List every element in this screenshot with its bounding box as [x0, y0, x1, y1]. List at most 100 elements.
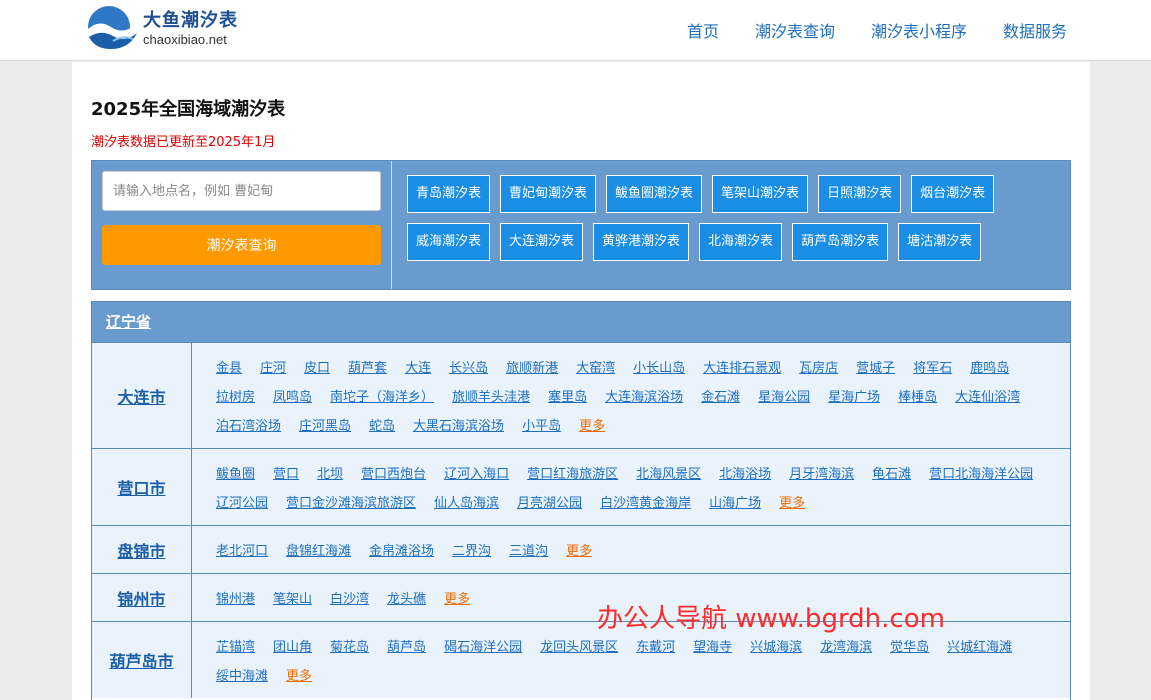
nav-home[interactable]: 首页 — [687, 18, 719, 42]
city-link[interactable]: 葫芦岛市 — [109, 648, 173, 672]
place-link[interactable]: 觉华岛 — [890, 633, 929, 662]
place-link[interactable]: 泊石湾浴场 — [216, 412, 281, 441]
place-link[interactable]: 星海公园 — [758, 383, 810, 412]
place-link[interactable]: 将军石 — [913, 354, 952, 383]
place-link[interactable]: 营口西炮台 — [361, 460, 426, 489]
city-link[interactable]: 锦州市 — [117, 586, 165, 610]
place-link[interactable]: 长兴岛 — [449, 354, 488, 383]
place-link[interactable]: 白沙湾 — [330, 585, 369, 614]
place-link[interactable]: 龙湾海滨 — [820, 633, 872, 662]
place-link[interactable]: 东戴河 — [636, 633, 675, 662]
place-link[interactable]: 蛇岛 — [369, 412, 395, 441]
quick-link-tanggu[interactable]: 塘沽潮汐表 — [898, 223, 982, 261]
quick-link-yantai[interactable]: 烟台潮汐表 — [911, 175, 995, 213]
place-link[interactable]: 菊花岛 — [330, 633, 369, 662]
place-link[interactable]: 碣石海洋公园 — [444, 633, 522, 662]
place-link[interactable]: 盘锦红海滩 — [286, 537, 351, 566]
quick-link-weihai[interactable]: 威海潮汐表 — [407, 223, 491, 261]
place-link[interactable]: 营口 — [273, 460, 299, 489]
quick-link-rizhao[interactable]: 日照潮汐表 — [818, 175, 902, 213]
place-link[interactable]: 塞里岛 — [548, 383, 587, 412]
place-link[interactable]: 营口北海海洋公园 — [929, 460, 1033, 489]
place-link[interactable]: 龙回头风景区 — [540, 633, 618, 662]
quick-link-bijiashan[interactable]: 笔架山潮汐表 — [712, 175, 809, 213]
place-link[interactable]: 白沙湾黄金海岸 — [600, 489, 691, 518]
place-link[interactable]: 兴城海滨 — [750, 633, 802, 662]
quick-link-qingdao[interactable]: 青岛潮汐表 — [407, 175, 491, 213]
more-link[interactable]: 更多 — [444, 585, 470, 614]
place-link[interactable]: 辽河入海口 — [444, 460, 509, 489]
place-link[interactable]: 芷锚湾 — [216, 633, 255, 662]
nav-mini-program[interactable]: 潮汐表小程序 — [871, 18, 967, 42]
place-link[interactable]: 凤鸣岛 — [273, 383, 312, 412]
more-link[interactable]: 更多 — [579, 412, 605, 441]
place-link[interactable]: 龙头礁 — [387, 585, 426, 614]
place-link[interactable]: 老北河口 — [216, 537, 268, 566]
place-link[interactable]: 庄河 — [260, 354, 286, 383]
place-link[interactable]: 大连 — [405, 354, 431, 383]
place-link[interactable]: 望海寺 — [693, 633, 732, 662]
place-link[interactable]: 锦州港 — [216, 585, 255, 614]
place-link[interactable]: 皮口 — [304, 354, 330, 383]
place-link[interactable]: 笔架山 — [273, 585, 312, 614]
place-link[interactable]: 金帛滩浴场 — [369, 537, 434, 566]
place-link[interactable]: 龟石滩 — [872, 460, 911, 489]
quick-link-dalian[interactable]: 大连潮汐表 — [500, 223, 584, 261]
place-link[interactable]: 旅顺新港 — [506, 354, 558, 383]
place-link[interactable]: 小平岛 — [522, 412, 561, 441]
more-link[interactable]: 更多 — [779, 489, 805, 518]
location-search-input[interactable] — [102, 171, 381, 211]
place-link[interactable]: 金石滩 — [701, 383, 740, 412]
place-link[interactable]: 葫芦套 — [348, 354, 387, 383]
place-link[interactable]: 拉树房 — [216, 383, 255, 412]
quick-link-bayuquan[interactable]: 鲅鱼圈潮汐表 — [606, 175, 703, 213]
place-link[interactable]: 大窑湾 — [576, 354, 615, 383]
place-link[interactable]: 二界沟 — [452, 537, 491, 566]
site-logo[interactable]: 大鱼潮汐表 chaoxibiao.net — [83, 4, 253, 54]
city-link[interactable]: 大连市 — [117, 384, 165, 408]
quick-link-huludao[interactable]: 葫芦岛潮汐表 — [792, 223, 889, 261]
place-link[interactable]: 北海风景区 — [636, 460, 701, 489]
place-link[interactable]: 北海浴场 — [719, 460, 771, 489]
place-link[interactable]: 大连海滨浴场 — [605, 383, 683, 412]
place-link[interactable]: 南坨子（海洋乡） — [330, 383, 434, 412]
place-link[interactable]: 星海广场 — [828, 383, 880, 412]
nav-data-service[interactable]: 数据服务 — [1003, 18, 1067, 42]
place-link[interactable]: 大连仙浴湾 — [955, 383, 1020, 412]
place-link[interactable]: 瓦房店 — [799, 354, 838, 383]
more-link[interactable]: 更多 — [286, 662, 312, 691]
place-link[interactable]: 辽河公园 — [216, 489, 268, 518]
place-link[interactable]: 大连排石景观 — [703, 354, 781, 383]
city-name-cell: 大连市 — [92, 343, 192, 448]
place-link[interactable]: 北坝 — [317, 460, 343, 489]
place-link[interactable]: 绥中海滩 — [216, 662, 268, 691]
place-link[interactable]: 营城子 — [856, 354, 895, 383]
place-link[interactable]: 庄河黑岛 — [299, 412, 351, 441]
place-link[interactable]: 兴城红海滩 — [947, 633, 1012, 662]
place-link[interactable]: 仙人岛海滨 — [434, 489, 499, 518]
more-link[interactable]: 更多 — [566, 537, 592, 566]
quick-link-huanghuagang[interactable]: 黄骅港潮汐表 — [593, 223, 690, 261]
place-link[interactable]: 团山角 — [273, 633, 312, 662]
quick-link-caofeidian[interactable]: 曹妃甸潮汐表 — [500, 175, 597, 213]
place-link[interactable]: 葫芦岛 — [387, 633, 426, 662]
place-link[interactable]: 营口金沙滩海滨旅游区 — [286, 489, 416, 518]
place-link[interactable]: 三道沟 — [509, 537, 548, 566]
place-link[interactable]: 大黑石海滨浴场 — [413, 412, 504, 441]
city-link[interactable]: 盘锦市 — [117, 538, 165, 562]
quick-link-beihai[interactable]: 北海潮汐表 — [699, 223, 783, 261]
place-link[interactable]: 小长山岛 — [633, 354, 685, 383]
nav-tide-query[interactable]: 潮汐表查询 — [755, 18, 835, 42]
city-link[interactable]: 营口市 — [117, 475, 165, 499]
place-link[interactable]: 旅顺羊头洼港 — [452, 383, 530, 412]
place-link[interactable]: 月牙湾海滨 — [789, 460, 854, 489]
place-link[interactable]: 营口红海旅游区 — [527, 460, 618, 489]
tide-query-button[interactable]: 潮汐表查询 — [102, 225, 381, 265]
place-link[interactable]: 鹿鸣岛 — [970, 354, 1009, 383]
place-link[interactable]: 金县 — [216, 354, 242, 383]
place-link[interactable]: 棒棰岛 — [898, 383, 937, 412]
place-link[interactable]: 鲅鱼圈 — [216, 460, 255, 489]
province-link[interactable]: 辽宁省 — [106, 313, 151, 331]
place-link[interactable]: 山海广场 — [709, 489, 761, 518]
place-link[interactable]: 月亮湖公园 — [517, 489, 582, 518]
